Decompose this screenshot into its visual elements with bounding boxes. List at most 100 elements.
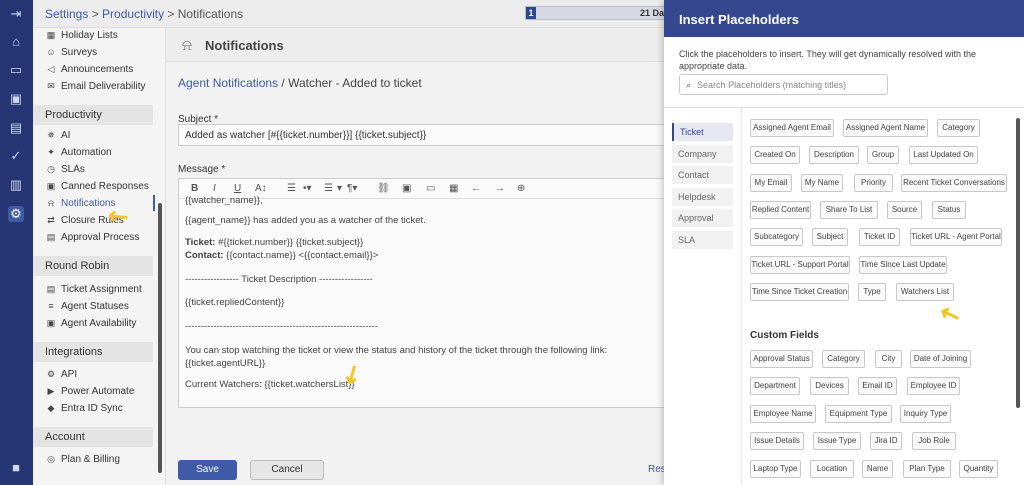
home-icon[interactable]: ⌂: [8, 34, 24, 50]
sidebar-item-automation[interactable]: ✦ Automation: [45, 145, 111, 159]
undo-button[interactable]: ←: [471, 183, 481, 194]
placeholder-chip[interactable]: Employee Name: [750, 405, 816, 423]
tab-helpdesk[interactable]: Helpdesk: [672, 188, 733, 206]
placeholder-chip[interactable]: Assigned Agent Name: [843, 119, 928, 137]
sidebar-item-announcements[interactable]: ◁ Announcements: [45, 62, 134, 76]
breadcrumb-productivity[interactable]: Productivity: [102, 7, 164, 21]
sidebar-item-slas[interactable]: ◷ SLAs: [45, 162, 85, 176]
sidebar-item-api[interactable]: ⚙ API: [45, 367, 77, 381]
placeholder-chip[interactable]: Approval Status: [750, 350, 813, 368]
tab-ticket[interactable]: Ticket: [672, 123, 733, 141]
ticket-icon[interactable]: ▭: [8, 62, 24, 78]
tab-contact[interactable]: Contact: [672, 166, 733, 184]
text-size-button[interactable]: A↕: [255, 183, 267, 194]
placeholder-chip[interactable]: Category: [937, 119, 980, 137]
placeholder-chip[interactable]: My Email: [750, 174, 792, 192]
placeholder-chip[interactable]: Source: [887, 201, 922, 219]
tab-sla[interactable]: SLA: [672, 231, 733, 249]
book-icon[interactable]: ▤: [8, 120, 24, 136]
sidebar-scrollbar[interactable]: [158, 203, 162, 473]
placeholder-chip[interactable]: Plan Type: [903, 460, 951, 478]
placeholder-chip[interactable]: Devices: [810, 377, 849, 395]
logout-icon[interactable]: ⇥: [8, 6, 24, 22]
check-icon[interactable]: ✓: [8, 148, 24, 164]
sidebar-item-ai[interactable]: ✵ AI: [45, 128, 70, 142]
table-button[interactable]: ▦: [449, 183, 458, 194]
placeholder-chip[interactable]: Status: [932, 201, 966, 219]
placeholder-chip[interactable]: Ticket ID: [859, 228, 900, 246]
bold-button[interactable]: B: [191, 183, 198, 194]
insert-placeholder-button[interactable]: ⊕: [517, 183, 525, 194]
italic-button[interactable]: I: [213, 183, 216, 194]
placeholder-chip[interactable]: Issue Type: [813, 432, 861, 450]
sidebar-item-ticket-assignment[interactable]: ▤ Ticket Assignment: [45, 282, 142, 296]
contacts-icon[interactable]: ▣: [8, 91, 24, 107]
message-editor[interactable]: B I U A↕ ☰ •▾ ☰ ▾ ¶▾ ⛓ ▣ ▭ ▦ ← → ⊕ {{wat…: [178, 178, 678, 408]
placeholder-chip[interactable]: Created On: [750, 146, 800, 164]
placeholder-chip[interactable]: Job Role: [912, 432, 956, 450]
sidebar-item-holiday-lists[interactable]: ▦ Holiday Lists: [45, 28, 118, 42]
placeholder-chip[interactable]: Assigned Agent Email: [750, 119, 834, 137]
placeholder-chip[interactable]: Description: [809, 146, 859, 164]
sidebar-item-agent-availability[interactable]: ▣ Agent Availability: [45, 316, 137, 330]
placeholder-chip[interactable]: Group: [867, 146, 899, 164]
save-button[interactable]: Save: [178, 460, 237, 480]
placeholder-chip[interactable]: City: [875, 350, 902, 368]
placeholder-chip[interactable]: Quantity: [959, 460, 998, 478]
tab-company[interactable]: Company: [672, 145, 733, 163]
placeholder-chip[interactable]: Share To List: [820, 201, 878, 219]
redo-button[interactable]: →: [495, 183, 505, 194]
placeholder-chip[interactable]: My Name: [801, 174, 843, 192]
bullet-list-button[interactable]: •▾: [303, 183, 312, 194]
reports-icon[interactable]: ▥: [8, 177, 24, 193]
placeholder-chip[interactable]: Inquiry Type: [900, 405, 951, 423]
placeholder-chip[interactable]: Issue Details: [750, 432, 804, 450]
sidebar-item-surveys[interactable]: ☺ Surveys: [45, 45, 97, 59]
placeholder-search-input[interactable]: ⌕ Search Placeholders (matching titles): [679, 74, 888, 95]
settings-icon[interactable]: ⚙: [8, 206, 24, 222]
placeholder-chip[interactable]: Employee ID: [907, 377, 960, 395]
placeholder-chip[interactable]: Laptop Type: [750, 460, 801, 478]
placeholder-chip[interactable]: Date of Joining: [910, 350, 971, 368]
sidebar-item-plan-billing[interactable]: ◎ Plan & Billing: [45, 452, 120, 466]
placeholder-chip[interactable]: Category: [822, 350, 865, 368]
tab-approval[interactable]: Approval: [672, 209, 733, 227]
panel-scrollbar[interactable]: [1016, 118, 1020, 408]
paragraph-button[interactable]: ¶▾: [347, 183, 357, 194]
placeholder-chip[interactable]: Time Since Last Update: [859, 256, 947, 274]
sidebar-item-canned-responses[interactable]: ▣ Canned Responses: [45, 179, 149, 193]
placeholder-chip[interactable]: Jira ID: [870, 432, 902, 450]
sidebar-item-email-deliverability[interactable]: ✉ Email Deliverability: [45, 79, 145, 93]
agent-notifications-link[interactable]: Agent Notifications: [178, 76, 278, 90]
placeholder-chip[interactable]: Ticket URL - Support Portal: [750, 256, 850, 274]
chat-icon[interactable]: ■: [8, 460, 24, 476]
placeholder-chip[interactable]: Ticket URL - Agent Portal: [910, 228, 1002, 246]
trial-indicator[interactable]: 1 21 Day: [525, 6, 675, 20]
placeholder-chip[interactable]: Last Updated On: [909, 146, 978, 164]
placeholder-chip[interactable]: Subject: [812, 228, 848, 246]
subject-input[interactable]: Added as watcher [#{{ticket.number}}] {{…: [178, 124, 678, 146]
placeholder-chip[interactable]: Priority: [854, 174, 893, 192]
placeholder-chip[interactable]: Type: [858, 283, 886, 301]
sidebar-item-approval-process[interactable]: ▤ Approval Process: [45, 230, 140, 244]
underline-button[interactable]: U: [234, 183, 241, 194]
placeholder-chip[interactable]: Location: [810, 460, 854, 478]
link-button[interactable]: ⛓: [377, 183, 390, 194]
sidebar-item-entra-id-sync[interactable]: ◆ Entra ID Sync: [45, 401, 123, 415]
breadcrumb-settings[interactable]: Settings: [45, 7, 88, 21]
placeholder-chip[interactable]: Email ID: [858, 377, 897, 395]
placeholder-chip[interactable]: Name: [862, 460, 893, 478]
placeholder-chip[interactable]: Watchers List: [896, 283, 954, 301]
placeholder-chip[interactable]: Equipment Type: [825, 405, 892, 423]
cancel-button[interactable]: Cancel: [250, 460, 324, 480]
align-button[interactable]: ☰: [287, 183, 296, 194]
placeholder-chip[interactable]: Department: [750, 377, 800, 395]
sidebar-item-power-automate[interactable]: ▶ Power Automate: [45, 384, 135, 398]
image-button[interactable]: ▣: [402, 183, 411, 194]
video-button[interactable]: ▭: [426, 183, 435, 194]
numbered-list-button[interactable]: ☰: [324, 183, 333, 194]
list-dropdown-button[interactable]: ▾: [337, 183, 342, 194]
placeholder-chip[interactable]: Replied Content: [750, 201, 811, 219]
placeholder-chip[interactable]: Time Since Ticket Creation: [750, 283, 849, 301]
placeholder-chip[interactable]: Subcategory: [750, 228, 803, 246]
